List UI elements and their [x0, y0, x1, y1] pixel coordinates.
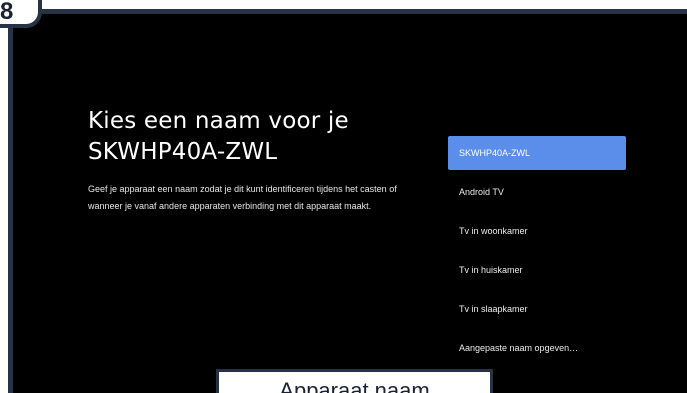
option-tv-in-huiskamer[interactable]: Tv in huiskamer — [448, 253, 626, 287]
option-label: SKWHP40A-ZWL — [459, 148, 531, 158]
option-custom-name[interactable]: Aangepaste naam opgeven… — [448, 331, 626, 365]
title-line-1: Kies een naam voor je — [88, 108, 349, 134]
option-label: Aangepaste naam opgeven… — [459, 343, 579, 353]
caption-label: Apparaat naam — [216, 369, 493, 393]
page-title: Kies een naam voor je SKWHP40A-ZWL — [88, 106, 448, 168]
option-skwhp40a-zwl[interactable]: SKWHP40A-ZWL — [448, 136, 626, 170]
option-tv-in-slaapkamer[interactable]: Tv in slaapkamer — [448, 292, 626, 326]
device-name-options: SKWHP40A-ZWL Android TV Tv in woonkamer … — [448, 136, 626, 370]
step-number: 8 — [0, 0, 14, 25]
option-android-tv[interactable]: Android TV — [448, 175, 626, 209]
option-label: Android TV — [459, 187, 504, 197]
tv-screen: Kies een naam voor je SKWHP40A-ZWL Geef … — [13, 14, 687, 393]
option-label: Tv in woonkamer — [459, 226, 528, 236]
title-line-2: SKWHP40A-ZWL — [88, 139, 278, 165]
option-label: Tv in slaapkamer — [459, 304, 528, 314]
step-badge: 8 — [0, 0, 42, 28]
description-text: Geef je apparaat een naam zodat je dit k… — [88, 184, 397, 211]
caption-text: Apparaat naam — [279, 378, 430, 393]
option-label: Tv in huiskamer — [459, 265, 523, 275]
option-tv-in-woonkamer[interactable]: Tv in woonkamer — [448, 214, 626, 248]
